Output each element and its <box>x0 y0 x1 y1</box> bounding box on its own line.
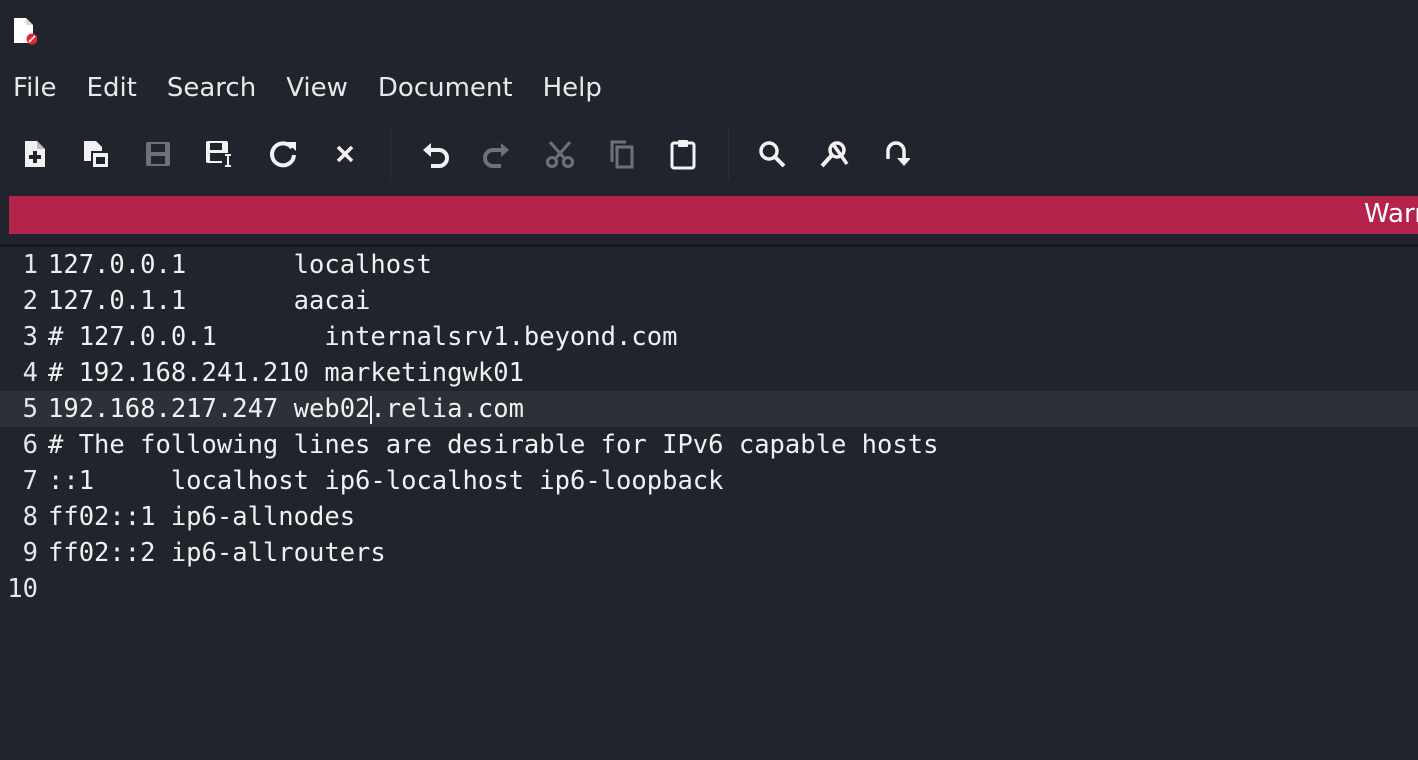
reload-icon <box>268 139 298 169</box>
line-number: 6 <box>22 430 38 460</box>
editor-line[interactable]: 9 ff02::2 ip6-allrouters <box>0 535 1418 571</box>
line-text[interactable]: 127.0.1.1 aacai <box>48 283 370 319</box>
menu-edit[interactable]: Edit <box>73 66 153 110</box>
search-button[interactable] <box>752 134 792 174</box>
line-number: 9 <box>22 538 38 568</box>
line-text[interactable]: # 192.168.241.210 marketingwk01 <box>48 355 524 391</box>
close-icon <box>335 144 355 164</box>
editor-line[interactable]: 4 # 192.168.241.210 marketingwk01 <box>0 355 1418 391</box>
reload-button[interactable] <box>263 134 303 174</box>
menu-bar: File Edit Search View Document Help <box>0 66 1418 110</box>
close-button[interactable] <box>325 134 365 174</box>
line-text[interactable]: # 127.0.0.1 internalsrv1.beyond.com <box>48 319 677 355</box>
menu-help[interactable]: Help <box>529 66 618 110</box>
redo-button[interactable] <box>476 134 516 174</box>
menu-view[interactable]: View <box>272 66 364 110</box>
search-icon <box>757 139 787 169</box>
line-number: 10 <box>7 574 38 604</box>
undo-button[interactable] <box>416 134 456 174</box>
save-button[interactable] <box>138 134 178 174</box>
text-caret <box>370 396 373 424</box>
document-error-icon <box>13 17 37 45</box>
editor-line[interactable]: 7::1 localhost ip6-localhost ip6-loopbac… <box>0 463 1418 499</box>
line-text[interactable]: ff02::2 ip6-allrouters <box>48 535 386 571</box>
line-number: 2 <box>22 286 38 316</box>
cut-icon <box>545 139 575 169</box>
menu-file[interactable]: File <box>0 66 73 110</box>
new-document-button[interactable] <box>15 134 55 174</box>
line-number: 5 <box>22 394 38 424</box>
text-editor[interactable]: 1 127.0.0.1 localhost 2 127.0.1.1 aacai 3 # 1… <box>0 247 1418 760</box>
editor-line[interactable]: 8 ff02::1 ip6-allnodes <box>0 499 1418 535</box>
line-number: 7 <box>22 466 38 496</box>
paste-button[interactable] <box>663 134 703 174</box>
editor-line[interactable]: 2 127.0.1.1 aacai <box>0 283 1418 319</box>
new-document-icon <box>22 140 48 168</box>
editor-line[interactable]: 1 127.0.0.1 localhost <box>0 247 1418 283</box>
line-number: 3 <box>22 322 38 352</box>
menu-document[interactable]: Document <box>364 66 529 110</box>
toolbar-separator <box>390 128 391 180</box>
editor-line[interactable]: 5 192.168.217.247 web02.relia.com <box>0 391 1418 427</box>
undo-icon <box>421 140 451 168</box>
save-icon <box>144 140 172 168</box>
cut-button[interactable] <box>540 134 580 174</box>
editor-line[interactable]: 6 # The following lines are desirable for… <box>0 427 1418 463</box>
save-as-icon <box>204 139 236 169</box>
copy-icon <box>608 138 636 170</box>
warning-bar: Warning <box>9 196 1418 234</box>
goto-line-button[interactable] <box>876 134 916 174</box>
find-replace-button[interactable] <box>815 134 855 174</box>
title-bar <box>0 0 1418 64</box>
warning-text: Warning <box>1364 199 1418 229</box>
save-as-button[interactable] <box>200 134 240 174</box>
editor-line[interactable]: 3 # 127.0.0.1 internalsrv1.beyond.com <box>0 319 1418 355</box>
redo-icon <box>481 140 511 168</box>
menu-search[interactable]: Search <box>153 66 272 110</box>
line-text[interactable]: ::1 localhost ip6-localhost ip6-loopback <box>48 463 724 499</box>
line-text[interactable]: 192.168.217.247 web02.relia.com <box>48 391 524 427</box>
new-window-button[interactable] <box>76 134 116 174</box>
line-number: 4 <box>22 358 38 388</box>
paste-icon <box>669 138 697 170</box>
line-text[interactable]: 127.0.0.1 localhost <box>48 247 432 283</box>
line-number: 8 <box>22 502 38 532</box>
editor-line[interactable]: 10 <box>0 571 1418 607</box>
find-replace-icon <box>819 138 851 170</box>
new-window-icon <box>82 139 110 169</box>
goto-line-icon <box>882 139 910 169</box>
toolbar-separator <box>728 128 729 180</box>
line-text[interactable]: ff02::1 ip6-allnodes <box>48 499 355 535</box>
copy-button[interactable] <box>602 134 642 174</box>
line-number: 1 <box>22 250 38 280</box>
line-text[interactable]: # The following lines are desirable for … <box>48 427 938 463</box>
toolbar <box>0 124 1418 182</box>
